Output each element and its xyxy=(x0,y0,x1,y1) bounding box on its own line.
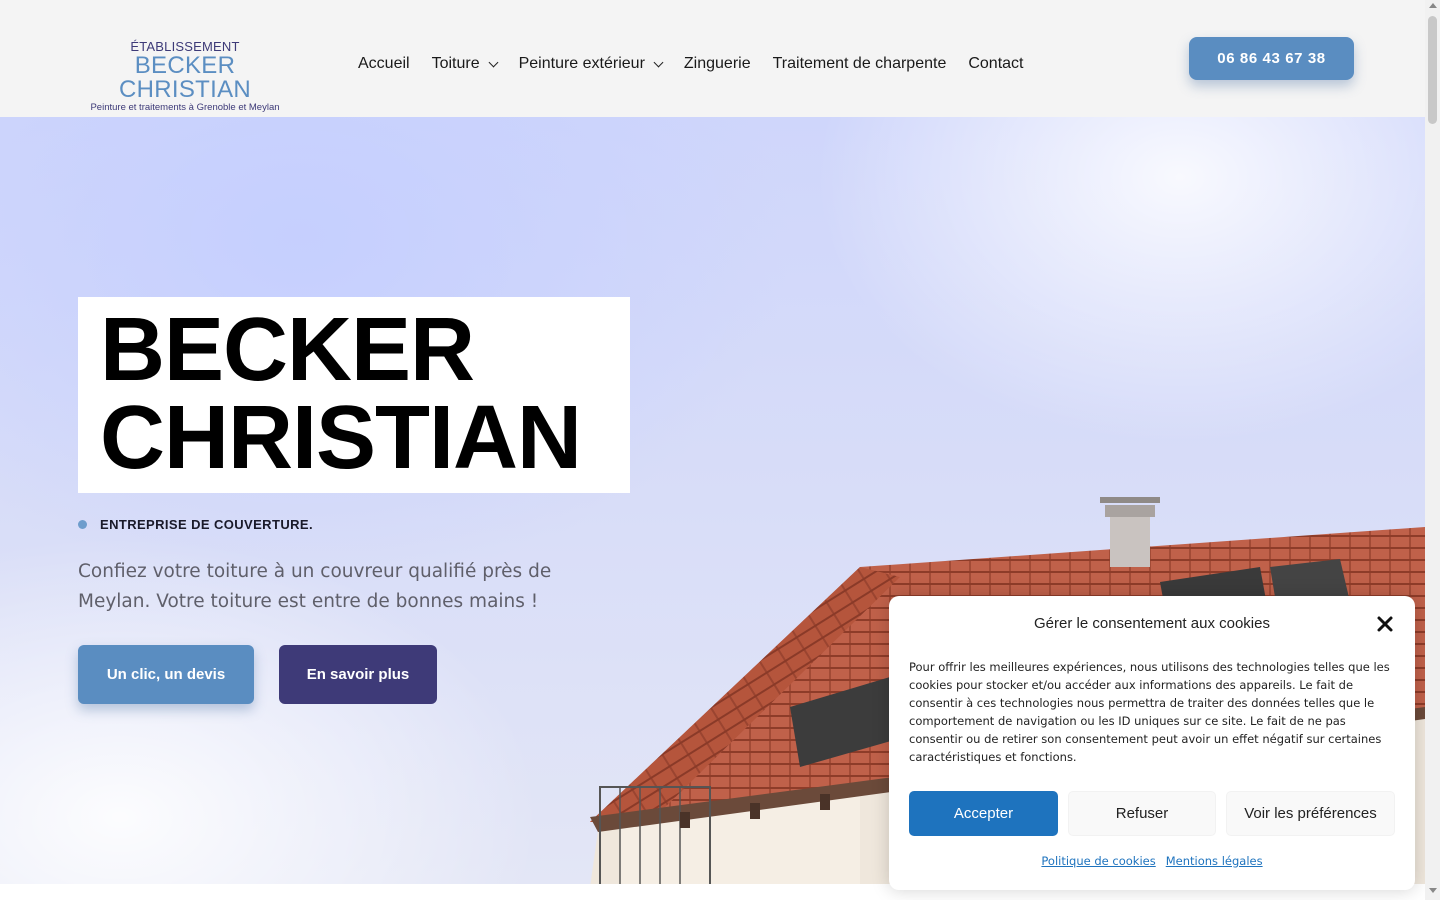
hero-description: Confiez votre toiture à un couvreur qual… xyxy=(78,561,552,612)
scroll-up-icon[interactable] xyxy=(1429,3,1437,8)
chevron-down-icon xyxy=(653,57,664,67)
nav-item-label: Toiture xyxy=(431,55,480,72)
logo-main-text: BECKER CHRISTIAN xyxy=(118,52,252,103)
phone-button[interactable]: 06 86 43 67 38 xyxy=(1189,37,1354,80)
cookie-policy-link[interactable]: Politique de cookies xyxy=(1041,854,1155,868)
nav-item-peinture-exterieur[interactable]: Peinture extérieur xyxy=(518,55,664,73)
cookie-consent-dialog: Gérer le consentement aux cookies Pour o… xyxy=(889,596,1415,890)
quote-button[interactable]: Un clic, un devis xyxy=(78,645,254,704)
accept-cookies-button[interactable]: Accepter xyxy=(909,791,1058,836)
nav-item-label: Accueil xyxy=(358,55,410,72)
nav-item-contact[interactable]: Contact xyxy=(968,55,1023,73)
hero-tagline-text: ENTREPRISE DE COUVERTURE. xyxy=(100,517,313,532)
scrollbar-thumb[interactable] xyxy=(1428,16,1437,124)
hero-title-line-1: BECKER xyxy=(100,300,475,400)
cookie-preferences-button[interactable]: Voir les préférences xyxy=(1226,791,1395,836)
legal-notice-link[interactable]: Mentions légales xyxy=(1166,854,1263,868)
nav-item-traitement-charpente[interactable]: Traitement de charpente xyxy=(773,55,947,73)
site-header: ÉTABLISSEMENT BECKER CHRISTIAN Peinture … xyxy=(0,0,1425,117)
site-logo[interactable]: ÉTABLISSEMENT BECKER CHRISTIAN Peinture … xyxy=(78,40,292,114)
cookie-dialog-title: Gérer le consentement aux cookies xyxy=(1034,615,1270,632)
nav-item-accueil[interactable]: Accueil xyxy=(358,55,410,73)
close-icon[interactable] xyxy=(1376,615,1394,633)
nav-item-label: Traitement de charpente xyxy=(772,55,947,72)
nav-item-toiture[interactable]: Toiture xyxy=(431,55,499,73)
hero-tagline: ENTREPRISE DE COUVERTURE. xyxy=(78,517,313,532)
main-nav: Accueil Toiture Peinture extérieur Zingu… xyxy=(358,52,1045,76)
scroll-down-icon[interactable] xyxy=(1429,888,1437,893)
chevron-down-icon xyxy=(488,57,499,67)
bullet-dot-icon xyxy=(78,520,87,529)
cookie-dialog-text: Pour offrir les meilleures expériences, … xyxy=(909,660,1390,764)
hero-title-line-2: CHRISTIAN xyxy=(100,388,582,488)
hero-title-box: BECKER CHRISTIAN xyxy=(78,297,630,493)
nav-item-label: Zinguerie xyxy=(683,55,751,72)
page-scrollbar[interactable] xyxy=(1425,0,1440,900)
learn-more-button[interactable]: En savoir plus xyxy=(279,645,437,704)
nav-item-zinguerie[interactable]: Zinguerie xyxy=(684,55,751,73)
cookie-links: Politique de cookies Mentions légales xyxy=(889,854,1415,868)
nav-item-label: Contact xyxy=(968,55,1024,72)
logo-subtitle: Peinture et traitements à Grenoble et Me… xyxy=(90,102,280,113)
nav-item-label: Peinture extérieur xyxy=(518,55,645,72)
refuse-cookies-button[interactable]: Refuser xyxy=(1068,791,1216,836)
